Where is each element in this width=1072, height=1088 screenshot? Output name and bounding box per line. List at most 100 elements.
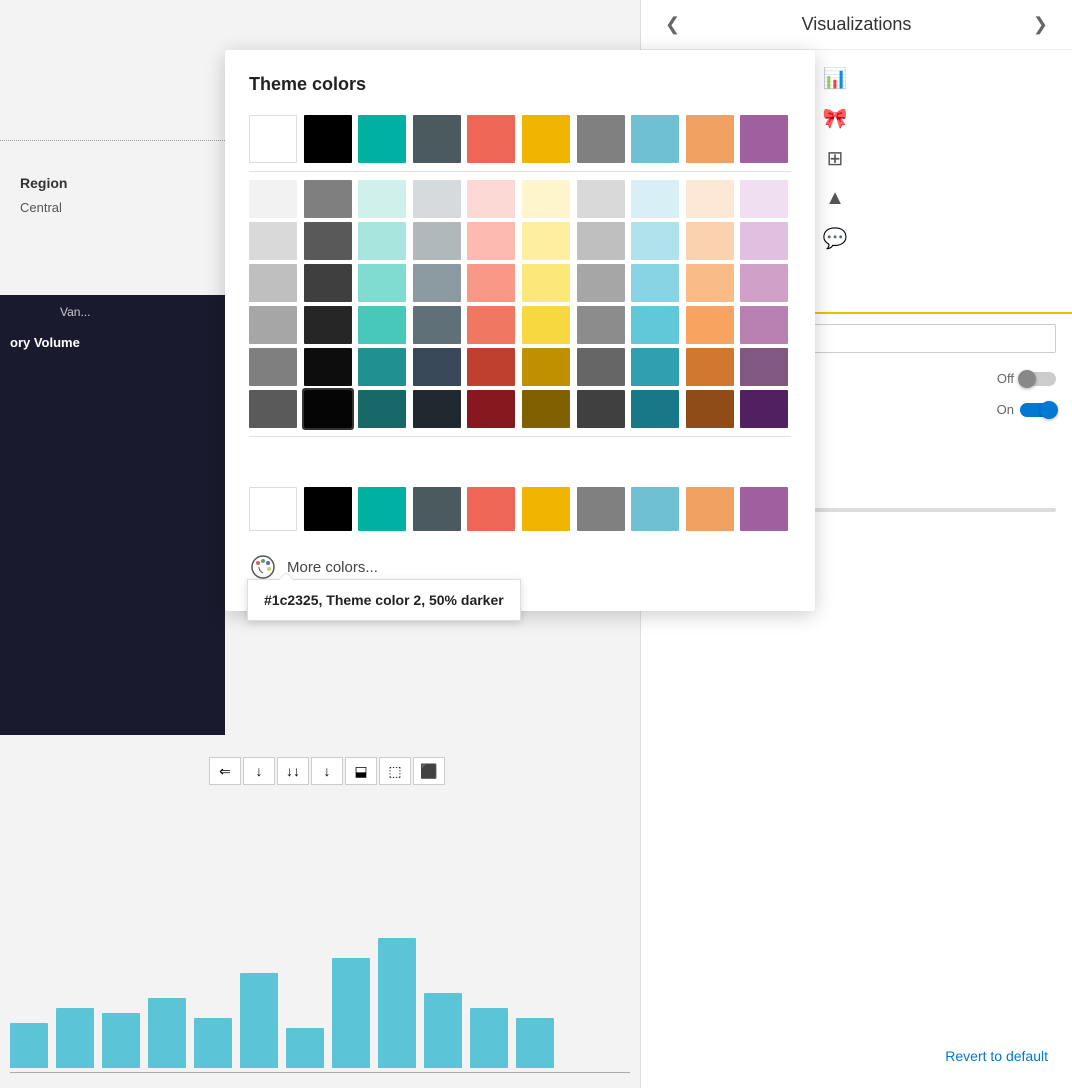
top-color-swatch[interactable] bbox=[631, 115, 679, 163]
toolbar-btn-4[interactable]: ↓ bbox=[311, 757, 343, 785]
top-color-swatch[interactable] bbox=[740, 115, 788, 163]
bottom-color-swatch[interactable] bbox=[631, 487, 679, 531]
top-color-swatch[interactable] bbox=[304, 115, 352, 163]
shade-color-swatch[interactable] bbox=[413, 222, 461, 260]
shade-color-swatch[interactable] bbox=[577, 306, 625, 344]
toolbar-btn-6[interactable]: ⬚ bbox=[379, 757, 411, 785]
top-color-swatch[interactable] bbox=[577, 115, 625, 163]
shade-color-swatch[interactable] bbox=[467, 222, 515, 260]
shade-color-swatch[interactable] bbox=[358, 390, 406, 428]
shade-color-swatch[interactable] bbox=[631, 306, 679, 344]
shade-color-swatch[interactable] bbox=[304, 180, 352, 218]
shade-color-swatch[interactable] bbox=[413, 348, 461, 386]
nav-next-button[interactable]: ❯ bbox=[1025, 10, 1056, 39]
top-color-swatch[interactable] bbox=[249, 115, 297, 163]
shade-color-swatch[interactable] bbox=[249, 348, 297, 386]
top-color-swatch[interactable] bbox=[358, 115, 406, 163]
shade-color-swatch[interactable] bbox=[413, 180, 461, 218]
bottom-color-swatch[interactable] bbox=[304, 487, 352, 531]
toggle-track-on[interactable] bbox=[1020, 403, 1056, 417]
shade-color-swatch[interactable] bbox=[740, 390, 788, 428]
shade-color-swatch[interactable] bbox=[740, 222, 788, 260]
bottom-color-swatch[interactable] bbox=[740, 487, 788, 531]
bottom-color-swatch[interactable] bbox=[686, 487, 734, 531]
shade-color-swatch[interactable] bbox=[577, 222, 625, 260]
shade-color-swatch[interactable] bbox=[522, 306, 570, 344]
shade-color-swatch[interactable] bbox=[249, 390, 297, 428]
shade-color-swatch[interactable] bbox=[577, 390, 625, 428]
shade-color-swatch[interactable] bbox=[740, 348, 788, 386]
revert-to-default-button[interactable]: Revert to default bbox=[945, 1048, 1048, 1064]
shade-color-swatch[interactable] bbox=[522, 264, 570, 302]
viz-icon-treemap[interactable]: ⊞ bbox=[813, 140, 857, 176]
shade-color-swatch[interactable] bbox=[631, 390, 679, 428]
shade-color-swatch[interactable] bbox=[413, 390, 461, 428]
shade-color-swatch[interactable] bbox=[522, 348, 570, 386]
shade-color-swatch[interactable] bbox=[358, 348, 406, 386]
bottom-color-swatch[interactable] bbox=[249, 487, 297, 531]
chart-title: Van... bbox=[60, 305, 90, 319]
shade-color-swatch[interactable] bbox=[467, 390, 515, 428]
shade-color-swatch[interactable] bbox=[686, 222, 734, 260]
shade-color-swatch[interactable] bbox=[304, 390, 352, 428]
bottom-bar bbox=[470, 1008, 508, 1068]
shade-color-swatch[interactable] bbox=[467, 306, 515, 344]
bottom-color-swatch[interactable] bbox=[522, 487, 570, 531]
shade-color-swatch[interactable] bbox=[358, 180, 406, 218]
shade-color-swatch[interactable] bbox=[304, 306, 352, 344]
viz-icon-ribbon[interactable]: 🎀 bbox=[813, 100, 857, 136]
shade-color-swatch[interactable] bbox=[304, 348, 352, 386]
toolbar-btn-5[interactable]: ⬓ bbox=[345, 757, 377, 785]
top-color-swatch[interactable] bbox=[467, 115, 515, 163]
shade-color-swatch[interactable] bbox=[249, 180, 297, 218]
toolbar-btn-7[interactable]: ⬛ bbox=[413, 757, 445, 785]
top-color-swatch[interactable] bbox=[413, 115, 461, 163]
toggle-track-off[interactable] bbox=[1020, 372, 1056, 386]
shade-color-swatch[interactable] bbox=[686, 348, 734, 386]
shade-color-swatch[interactable] bbox=[358, 306, 406, 344]
shade-color-swatch[interactable] bbox=[304, 222, 352, 260]
shade-color-swatch[interactable] bbox=[631, 180, 679, 218]
bottom-bar bbox=[424, 993, 462, 1068]
shade-color-swatch[interactable] bbox=[249, 264, 297, 302]
shade-color-swatch[interactable] bbox=[631, 264, 679, 302]
shade-color-swatch[interactable] bbox=[631, 222, 679, 260]
shade-color-swatch[interactable] bbox=[358, 264, 406, 302]
shade-color-swatch[interactable] bbox=[577, 348, 625, 386]
shade-color-swatch[interactable] bbox=[686, 264, 734, 302]
shade-color-swatch[interactable] bbox=[686, 180, 734, 218]
top-color-swatch[interactable] bbox=[522, 115, 570, 163]
bottom-color-swatch[interactable] bbox=[358, 487, 406, 531]
shade-color-swatch[interactable] bbox=[358, 222, 406, 260]
toolbar-btn-2[interactable]: ↓ bbox=[243, 757, 275, 785]
shade-color-swatch[interactable] bbox=[522, 390, 570, 428]
toolbar-btn-1[interactable]: ⇐ bbox=[209, 757, 241, 785]
shade-color-swatch[interactable] bbox=[467, 180, 515, 218]
shade-color-swatch[interactable] bbox=[740, 180, 788, 218]
toolbar-btn-3[interactable]: ↓↓ bbox=[277, 757, 309, 785]
shade-color-swatch[interactable] bbox=[577, 264, 625, 302]
shade-color-swatch[interactable] bbox=[467, 264, 515, 302]
shade-color-swatch[interactable] bbox=[740, 306, 788, 344]
shade-color-swatch[interactable] bbox=[413, 264, 461, 302]
shade-color-swatch[interactable] bbox=[413, 306, 461, 344]
shade-color-swatch[interactable] bbox=[686, 390, 734, 428]
shade-color-swatch[interactable] bbox=[522, 222, 570, 260]
shade-color-swatch[interactable] bbox=[740, 264, 788, 302]
bottom-color-swatch[interactable] bbox=[413, 487, 461, 531]
viz-icon-qa[interactable]: 💬 bbox=[813, 220, 857, 256]
top-color-swatch[interactable] bbox=[686, 115, 734, 163]
viz-icon-waterfall[interactable]: 📊 bbox=[813, 60, 857, 96]
shade-color-swatch[interactable] bbox=[249, 222, 297, 260]
shade-color-swatch[interactable] bbox=[304, 264, 352, 302]
shade-color-swatch[interactable] bbox=[249, 306, 297, 344]
viz-icon-kpi[interactable]: ▲ bbox=[813, 180, 857, 216]
nav-prev-button[interactable]: ❮ bbox=[657, 10, 688, 39]
shade-color-swatch[interactable] bbox=[686, 306, 734, 344]
bottom-color-swatch[interactable] bbox=[467, 487, 515, 531]
bottom-color-swatch[interactable] bbox=[577, 487, 625, 531]
shade-color-swatch[interactable] bbox=[467, 348, 515, 386]
shade-color-swatch[interactable] bbox=[577, 180, 625, 218]
shade-color-swatch[interactable] bbox=[631, 348, 679, 386]
shade-color-swatch[interactable] bbox=[522, 180, 570, 218]
